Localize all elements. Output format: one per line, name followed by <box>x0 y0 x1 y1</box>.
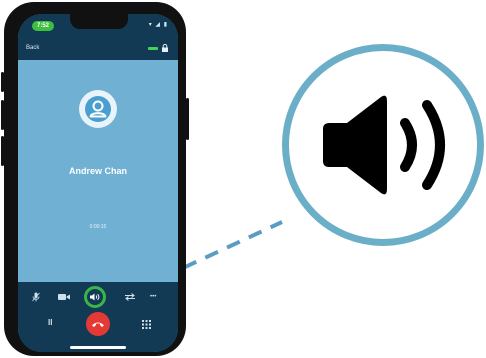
status-icons: ▾ ◢ ▮ <box>148 22 168 28</box>
speaker-icon <box>90 293 100 301</box>
transfer-button[interactable] <box>124 293 136 301</box>
lock-icon <box>162 44 168 52</box>
speaker-callout <box>282 44 484 246</box>
speaker-volume-icon <box>323 95 445 195</box>
phone-side-button <box>1 136 4 166</box>
call-quality-icon <box>148 46 158 50</box>
speaker-button[interactable] <box>84 286 106 308</box>
contact-icon <box>85 96 111 122</box>
call-info-panel: Andrew Chan 0:00:15 <box>18 60 178 282</box>
status-time: 7:52 <box>32 21 54 31</box>
pause-icon: II <box>48 318 53 327</box>
phone-frame: 7:52 ▾ ◢ ▮ Back Andrew Chan 0:00:15 ••• … <box>1 2 189 356</box>
call-controls: ••• II <box>18 282 178 352</box>
call-header: Back <box>18 36 178 60</box>
phone-side-button <box>1 72 4 92</box>
phone-screen: 7:52 ▾ ◢ ▮ Back Andrew Chan 0:00:15 ••• … <box>18 14 178 352</box>
avatar <box>79 90 117 128</box>
more-icon: ••• <box>150 294 157 300</box>
caller-name: Andrew Chan <box>68 166 127 176</box>
end-call-icon <box>92 322 104 327</box>
phone-side-button <box>1 100 4 130</box>
status-bar: 7:52 ▾ ◢ ▮ <box>18 14 178 36</box>
back-button[interactable]: Back <box>26 45 39 51</box>
end-call-button[interactable] <box>86 312 110 336</box>
keypad-button[interactable] <box>142 320 151 329</box>
phone-notch <box>70 14 128 29</box>
transfer-icon <box>125 293 135 301</box>
header-indicators <box>148 44 168 52</box>
microphone-mute-icon <box>32 292 40 302</box>
home-indicator <box>70 346 126 349</box>
video-camera-icon <box>58 294 70 300</box>
phone-side-button <box>186 98 189 140</box>
keypad-icon <box>142 320 151 329</box>
more-button[interactable]: ••• <box>150 291 156 300</box>
hold-button[interactable]: II <box>48 318 52 327</box>
call-duration: 0:00:15 <box>89 224 107 230</box>
video-button[interactable] <box>58 293 70 301</box>
mute-button[interactable] <box>32 292 40 302</box>
